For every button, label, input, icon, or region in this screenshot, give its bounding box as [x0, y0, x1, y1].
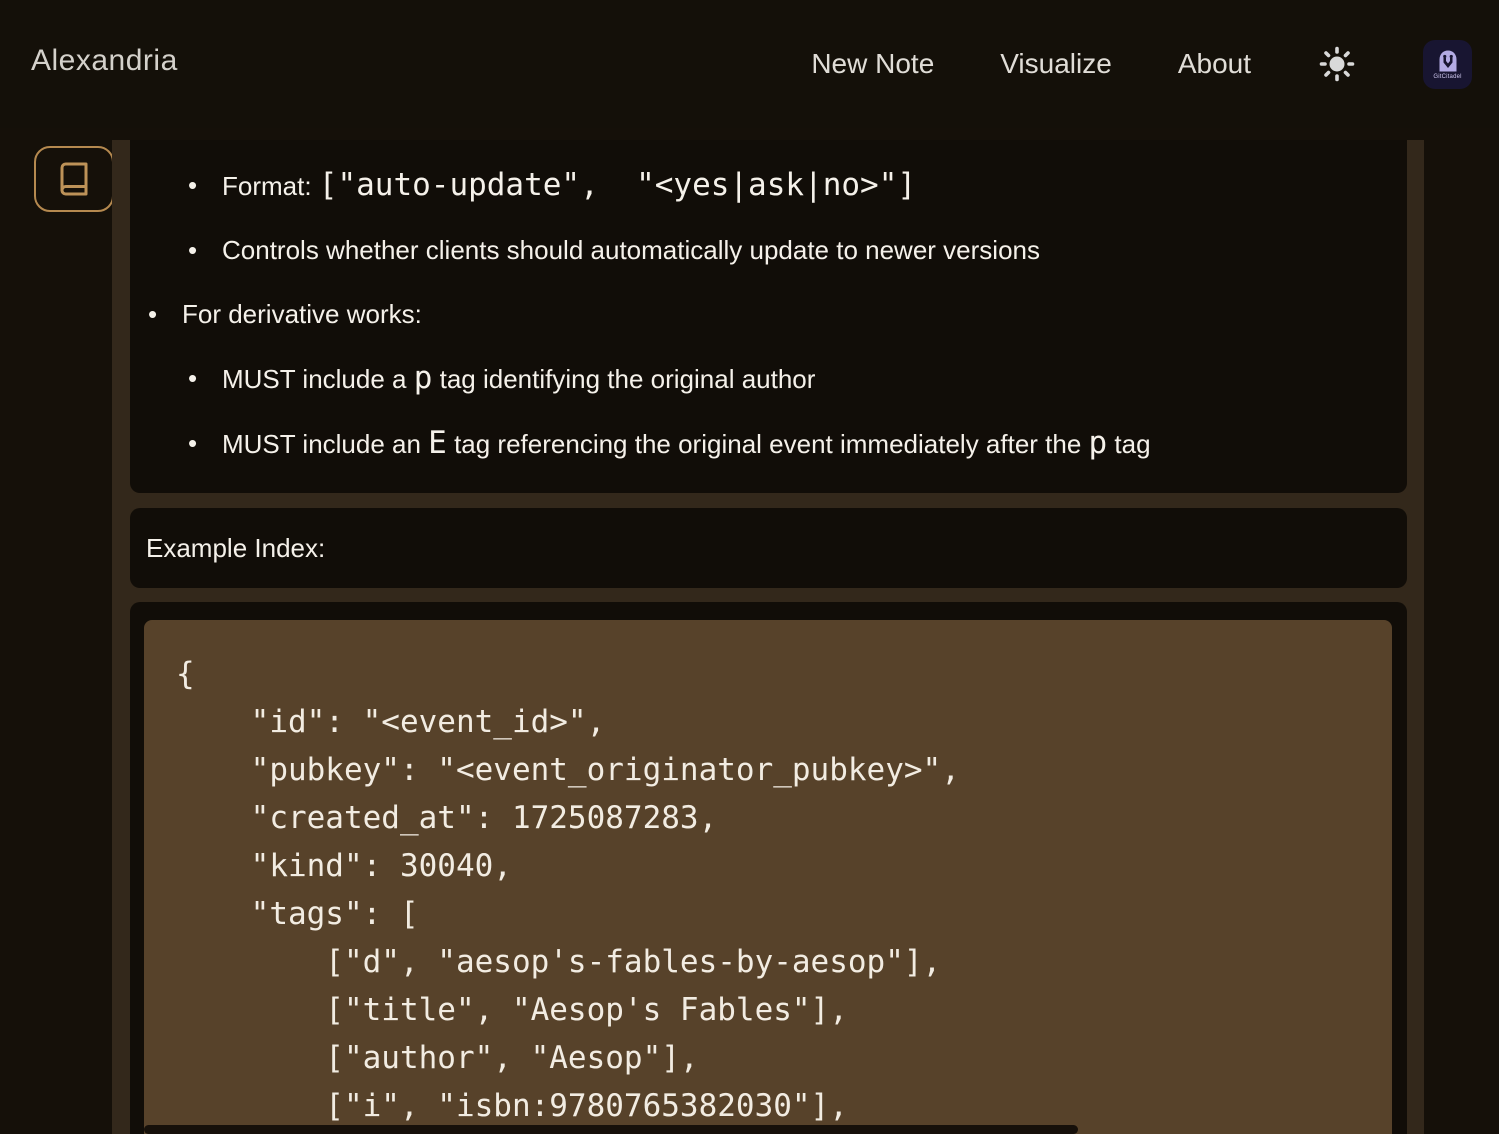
- app-logo[interactable]: Alexandria: [31, 44, 178, 78]
- nav-links: New Note Visualize About: [811, 0, 1472, 128]
- example-index-section: Example Index:: [130, 508, 1407, 588]
- code-block: { "id": "<event_id>", "pubkey": "<event_…: [176, 650, 1392, 1130]
- table-of-contents-button[interactable]: [34, 146, 114, 212]
- list-item: Controls whether clients should automati…: [130, 235, 1407, 265]
- sun-icon: [1318, 45, 1356, 83]
- list-item: Format: ["auto-update", "<yes|ask|no>"]: [130, 170, 1407, 201]
- user-avatar[interactable]: GitCitadel: [1423, 40, 1472, 89]
- list-item: For derivative works:: [130, 299, 1407, 329]
- nav-item-about[interactable]: About: [1178, 48, 1251, 80]
- code-container: { "id": "<event_id>", "pubkey": "<event_…: [144, 620, 1392, 1134]
- text-run: Controls whether clients should automati…: [222, 235, 1040, 265]
- theme-toggle-button[interactable]: [1317, 44, 1357, 84]
- document-reader-pane[interactable]: Format: ["auto-update", "<yes|ask|no>"] C…: [112, 140, 1424, 1134]
- inline-code: p: [1089, 425, 1108, 461]
- text-run: tag identifying the original author: [432, 364, 815, 394]
- inline-code: p: [414, 360, 433, 396]
- text-run: For derivative works:: [182, 299, 422, 329]
- nav-item-new-note[interactable]: New Note: [811, 48, 934, 80]
- avatar-label: GitCitadel: [1433, 74, 1461, 80]
- gitcitadel-ghost-icon: [1436, 49, 1460, 73]
- inline-code: ["auto-update", "<yes|ask|no>"]: [319, 167, 916, 203]
- bullet-list: Format: ["auto-update", "<yes|ask|no>"] C…: [130, 170, 1407, 459]
- text-run: tag referencing the original event immed…: [447, 429, 1089, 459]
- text-run: MUST include an: [222, 429, 428, 459]
- inline-code: E: [428, 425, 447, 461]
- text-run: Format:: [222, 171, 319, 201]
- text-run: MUST include a: [222, 364, 414, 394]
- top-nav: Alexandria New Note Visualize About: [0, 0, 1499, 128]
- book-icon: [56, 161, 92, 197]
- example-index-label: Example Index:: [146, 533, 325, 564]
- list-item: MUST include a p tag identifying the ori…: [130, 363, 1407, 394]
- list-item: MUST include an E tag referencing the or…: [130, 428, 1407, 459]
- text-run: tag: [1107, 429, 1150, 459]
- code-section: { "id": "<event_id>", "pubkey": "<event_…: [130, 602, 1407, 1134]
- spec-bullet-section: Format: ["auto-update", "<yes|ask|no>"] C…: [130, 140, 1407, 493]
- nav-item-visualize[interactable]: Visualize: [1000, 48, 1112, 80]
- code-horizontal-scrollbar-thumb[interactable]: [144, 1125, 1078, 1134]
